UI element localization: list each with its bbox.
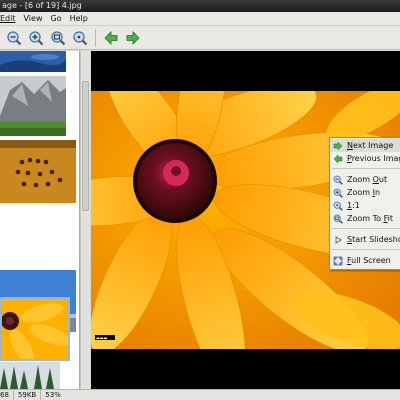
ctx-zoom-to-fit[interactable]: Zoom To Fit [330,212,400,225]
zoom-in-icon [29,30,44,45]
thumbnail-forest[interactable] [0,362,76,389]
zoom-1-1-icon [73,30,88,45]
zoom-fit-button[interactable] [48,28,68,48]
ctx-zoom-out[interactable]: Zoom Out [330,173,400,186]
forward-button[interactable] [123,28,143,48]
status-bar: 68 59KB 53% [0,389,400,400]
zoom-in-button[interactable] [26,28,46,48]
menu-view[interactable]: View [20,12,47,26]
fullscreen-icon [333,256,343,265]
zoom-in-icon [333,188,343,198]
status-file-size: 59KB [14,390,42,400]
zoom-fit-icon [51,30,66,45]
back-button[interactable] [101,28,121,48]
ctx-separator [332,228,400,229]
sidebar-scrollbar-thumb[interactable] [82,81,89,211]
menu-help[interactable]: Help [66,12,92,26]
zoom-out-button[interactable] [4,28,24,48]
svg-text:▬▬▬: ▬▬▬ [96,336,108,341]
window-title: age - [6 of 19] 4.jpg [0,0,400,12]
ctx-separator [332,249,400,250]
forward-arrow-icon [126,30,140,45]
ctx-separator [332,168,400,169]
zoom-out-icon [7,30,22,45]
context-menu: Next Image Previous Image Zoom Out Zoom … [329,137,400,270]
thumbnail-mountain[interactable] [0,76,76,136]
thumbnail-wood-holes[interactable] [0,140,76,203]
toolbar-separator [95,28,96,47]
ctx-zoom-1-1[interactable]: 1:1 [330,199,400,212]
status-dimensions: 68 [0,390,14,400]
sidebar-scrollbar[interactable] [80,51,90,389]
menu-go[interactable]: Go [46,12,65,26]
thumbnail-blue-abstract[interactable] [0,51,76,72]
status-zoom: 53% [45,391,61,399]
ctx-start-slideshow[interactable]: Start Slideshow [330,233,400,246]
zoom-1-1-button[interactable] [70,28,90,48]
ctx-previous-image[interactable]: Previous Image [330,152,400,165]
ctx-full-screen[interactable]: Full Screen [330,254,400,267]
toolbar [0,26,400,50]
ctx-zoom-in[interactable]: Zoom In [330,186,400,199]
previous-arrow-icon [333,153,343,164]
back-arrow-icon [104,30,118,45]
menu-edit[interactable]: Edit [0,12,20,26]
thumbnail-sidebar[interactable] [0,51,80,389]
zoom-1-1-icon [333,201,343,211]
menu-bar: Edit View Go Help [0,12,400,26]
play-icon [335,235,342,244]
zoom-fit-icon [333,214,343,224]
thumbnail-flower-selected[interactable] [0,297,70,361]
ctx-next-image[interactable]: Next Image [330,139,400,152]
zoom-out-icon [333,175,343,185]
next-arrow-icon [333,140,343,151]
